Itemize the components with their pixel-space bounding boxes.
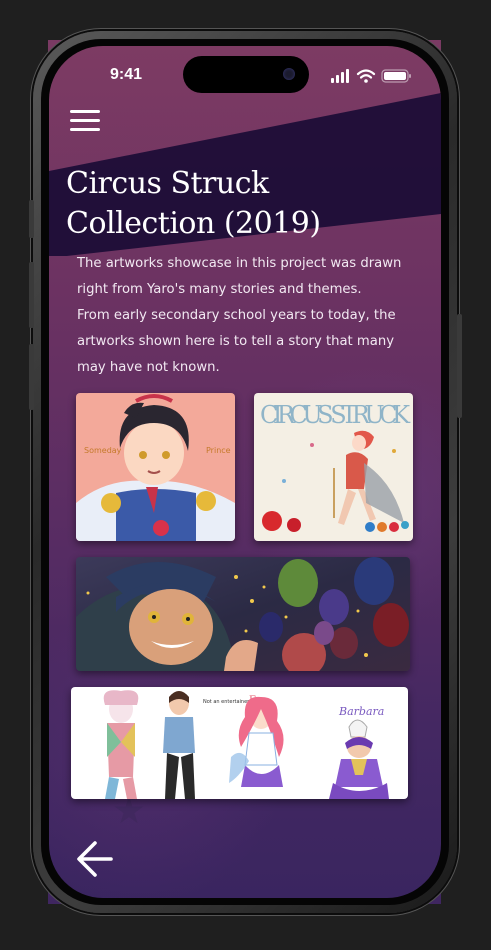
description-line: From early secondary school years to tod… — [77, 308, 396, 323]
home-indicator — [180, 882, 310, 887]
wifi-icon — [356, 69, 376, 83]
cellular-signal-icon — [331, 69, 349, 83]
status-icons — [331, 68, 415, 84]
device-mockup: 9:41 Circus Struck Collection (2019) The… — [0, 0, 491, 950]
artwork-balloons-image — [76, 557, 410, 671]
art-caption: Prince — [206, 446, 231, 455]
arrow-left-icon — [77, 841, 113, 877]
dynamic-island — [183, 56, 309, 93]
description-line: The artworks showcase in this project wa… — [77, 256, 402, 271]
project-description: The artworks showcase in this project wa… — [77, 251, 422, 381]
art-note: Not an entertainer — [203, 699, 250, 705]
title-line-1: Circus Struck — [66, 166, 269, 201]
title-line-2: Collection (2019) — [66, 206, 321, 241]
character-name: Barbara — [338, 705, 384, 718]
artwork-prince-card[interactable]: Someday Prince — [76, 393, 235, 541]
art-caption: Someday — [84, 446, 122, 455]
description-line: may have not known. — [77, 360, 220, 375]
volume-down-button — [29, 344, 34, 410]
artwork-circus-poster-image: CIRCUS STRUCK — [254, 393, 413, 541]
artwork-prince-image: Someday Prince — [76, 393, 235, 541]
description-line: artworks shown here is to tell a story t… — [77, 334, 395, 349]
artwork-character-lineup-card[interactable]: Not an entertainer Eva Barbara — [71, 687, 408, 799]
app-screen: 9:41 Circus Struck Collection (2019) The… — [49, 46, 441, 898]
artwork-circus-poster-card[interactable]: CIRCUS STRUCK — [254, 393, 413, 541]
menu-button[interactable] — [67, 108, 103, 134]
camera-icon — [283, 68, 295, 80]
action-button — [29, 200, 34, 238]
power-button — [457, 314, 462, 418]
page-title: Circus Struck Collection (2019) — [66, 164, 396, 244]
poster-title: CIRCUS STRUCK — [260, 401, 411, 429]
artwork-balloons-card[interactable] — [76, 557, 410, 671]
artwork-character-lineup-image: Not an entertainer Eva Barbara — [71, 687, 408, 799]
back-button[interactable] — [75, 839, 115, 879]
volume-up-button — [29, 262, 34, 328]
status-time: 9:41 — [109, 66, 143, 83]
description-line: right from Yaro's many stories and theme… — [77, 282, 362, 297]
battery-icon — [381, 69, 411, 83]
